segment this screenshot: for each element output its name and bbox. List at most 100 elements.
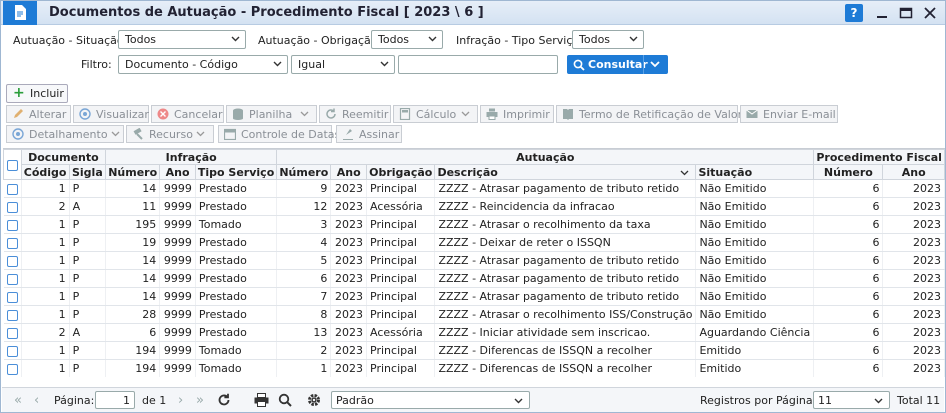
row-select-cell[interactable]: [3, 305, 22, 324]
prev-page-icon[interactable]: ‹: [34, 394, 39, 407]
table-row[interactable]: 1 P 28 9999 Prestado 8 2023 Principal ZZZZ - Atr…: [3, 305, 945, 324]
row-select-cell[interactable]: [3, 215, 22, 234]
col-obrigacao[interactable]: Obrigação: [366, 164, 436, 180]
cell-obrigacao: Principal: [366, 341, 436, 360]
row-checkbox[interactable]: [6, 345, 18, 357]
col-aut-ano[interactable]: Ano: [330, 164, 368, 180]
row-checkbox[interactable]: [6, 219, 18, 231]
cell-pf-numero: 6: [813, 251, 884, 270]
row-checkbox[interactable]: [6, 327, 18, 339]
assinar-button[interactable]: Assinar: [336, 125, 402, 143]
filtro-field-select[interactable]: Documento - Código: [118, 55, 288, 74]
recurso-button[interactable]: Recurso: [126, 125, 214, 143]
col-descricao[interactable]: Descrição: [434, 164, 697, 180]
col-inf-ano[interactable]: Ano: [159, 164, 196, 180]
row-checkbox[interactable]: [6, 291, 18, 303]
infracao-select[interactable]: Todos: [572, 30, 644, 49]
reemitir-button[interactable]: Reemitir: [319, 105, 391, 123]
row-select-cell[interactable]: [3, 287, 22, 306]
table-row[interactable]: 1 P 14 9999 Prestado 6 2023 Principal ZZZZ - Atr…: [3, 269, 945, 288]
cell-tipo-servico: Tomado: [195, 215, 278, 234]
table-row[interactable]: 1 P 194 9999 Tomado 1 2023 Principal ZZZZ - Dife…: [3, 359, 945, 377]
visualizar-button[interactable]: Visualizar: [73, 105, 149, 123]
layout-select[interactable]: Padrão: [331, 391, 530, 409]
gear-icon[interactable]: [307, 393, 321, 407]
cell-codigo: 1: [21, 251, 70, 270]
row-checkbox[interactable]: [6, 237, 18, 249]
refresh-icon[interactable]: [217, 393, 231, 407]
controle-datas-button[interactable]: Controle de Datas: [218, 125, 340, 143]
first-page-icon[interactable]: «: [14, 394, 22, 407]
row-select-cell[interactable]: [3, 323, 22, 342]
col-aut-numero[interactable]: Número: [276, 164, 332, 180]
table-row[interactable]: 1 P 19 9999 Prestado 4 2023 Principal ZZZZ - Dei…: [3, 233, 945, 252]
table-row[interactable]: 1 P 14 9999 Prestado 5 2023 Principal ZZZZ - Atr…: [3, 251, 945, 270]
close-button[interactable]: [921, 4, 939, 22]
alterar-button[interactable]: Alterar: [6, 105, 71, 123]
termo-retificacao-button[interactable]: Termo de Retificação de Valores: [556, 105, 754, 123]
sort-down-icon[interactable]: [680, 170, 689, 176]
table-row[interactable]: 1 P 14 9999 Prestado 9 2023 Principal ZZZZ - Atr…: [3, 179, 945, 198]
enviar-email-button[interactable]: Enviar E-mail: [740, 105, 838, 123]
maximize-button[interactable]: [897, 4, 915, 22]
chevron-down-icon[interactable]: [650, 61, 660, 68]
filtro-value-input[interactable]: [398, 55, 558, 74]
page-number-input[interactable]: 1: [95, 391, 135, 409]
search-icon[interactable]: [278, 393, 292, 407]
imprimir-button[interactable]: Imprimir: [480, 105, 554, 123]
row-select-cell[interactable]: [3, 359, 22, 377]
col-tipo-servico[interactable]: Tipo Serviço: [194, 164, 278, 180]
row-checkbox[interactable]: [6, 309, 18, 321]
row-checkbox[interactable]: [6, 255, 18, 267]
table-row[interactable]: 1 P 14 9999 Prestado 7 2023 Principal ZZZZ - Atr…: [3, 287, 945, 306]
row-checkbox[interactable]: [6, 183, 18, 195]
row-checkbox[interactable]: [6, 201, 18, 213]
row-select-cell[interactable]: [3, 179, 22, 198]
chevron-down-icon: [461, 111, 470, 117]
cell-descricao: ZZZZ - Atrasar o recolhimento ISS/Constr…: [434, 305, 697, 324]
row-select-cell[interactable]: [3, 341, 22, 360]
planilha-button[interactable]: Planilha: [226, 105, 317, 123]
row-select-cell[interactable]: [3, 197, 22, 216]
table-row[interactable]: 2 A 11 9999 Prestado 12 2023 Acessória ZZZZ - Re…: [3, 197, 945, 216]
cell-tipo-servico: Prestado: [195, 269, 278, 288]
row-checkbox[interactable]: [6, 273, 18, 285]
chevron-down-icon: [874, 398, 883, 404]
window-title: Documentos de Autuação - Procedimento Fi…: [49, 5, 484, 20]
table-row[interactable]: 2 A 6 9999 Prestado 13 2023 Acessória ZZZZ - Ini…: [3, 323, 945, 342]
situacao-select[interactable]: Todos: [118, 30, 246, 49]
help-button[interactable]: ?: [845, 4, 863, 22]
cell-descricao: ZZZZ - Diferencas de ISSQN a recolher: [434, 359, 697, 377]
filtro-field-value: Documento - Código: [125, 58, 238, 71]
registros-select[interactable]: 11: [813, 391, 890, 409]
col-sigla[interactable]: Sigla: [68, 164, 107, 180]
select-all-header[interactable]: [3, 149, 22, 180]
consultar-button[interactable]: Consultar: [567, 55, 668, 74]
select-all-checkbox[interactable]: [6, 159, 18, 171]
row-checkbox[interactable]: [6, 363, 18, 375]
col-pf-numero[interactable]: Número: [813, 164, 884, 180]
next-page-icon[interactable]: ›: [178, 394, 183, 407]
incluir-button[interactable]: + Incluir: [6, 84, 68, 103]
row-select-cell[interactable]: [3, 233, 22, 252]
row-select-cell[interactable]: [3, 251, 22, 270]
printer-icon[interactable]: [254, 393, 269, 407]
col-situacao[interactable]: Situação: [695, 164, 815, 180]
obrigacao-select[interactable]: Todos: [371, 30, 443, 49]
cell-aut-numero: 8: [276, 305, 332, 324]
cell-aut-ano: 2023: [330, 197, 368, 216]
col-inf-numero[interactable]: Número: [105, 164, 161, 180]
cancelar-button[interactable]: Cancelar: [151, 105, 224, 123]
cell-sigla: P: [69, 179, 107, 198]
table-row[interactable]: 1 P 194 9999 Tomado 2 2023 Principal ZZZZ - Dife…: [3, 341, 945, 360]
detalhamento-button[interactable]: Detalhamento: [6, 125, 124, 143]
last-page-icon[interactable]: »: [196, 394, 204, 407]
minimize-button[interactable]: [873, 4, 891, 22]
table-row[interactable]: 1 P 195 9999 Tomado 3 2023 Principal ZZZZ - Atra…: [3, 215, 945, 234]
row-select-cell[interactable]: [3, 269, 22, 288]
col-codigo[interactable]: Código: [20, 164, 70, 180]
termo-retificacao-label: Termo de Retificação de Valores: [579, 108, 755, 121]
calculo-button[interactable]: Cálculo: [393, 105, 478, 123]
filtro-operator-select[interactable]: Igual: [291, 55, 395, 74]
col-pf-ano[interactable]: Ano: [882, 164, 945, 180]
